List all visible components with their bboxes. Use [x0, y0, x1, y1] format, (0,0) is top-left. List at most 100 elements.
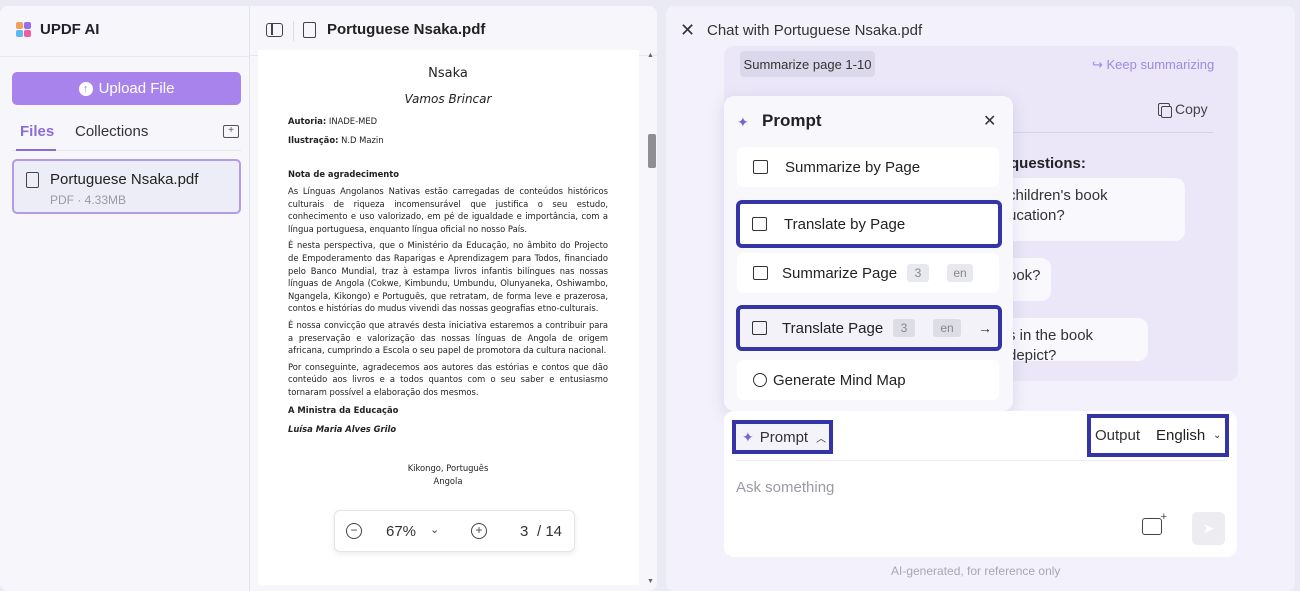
pdf-signature-title: A Ministra da Educação	[288, 405, 399, 416]
close-icon[interactable]: ✕	[983, 111, 996, 131]
tab-files[interactable]: Files	[20, 123, 54, 140]
pdf-illustration-line: Ilustração: N.D Mazin	[288, 134, 608, 147]
menu-item-label: Summarize Page	[782, 264, 898, 282]
zoom-out-icon[interactable]: −	[346, 523, 362, 539]
brand: UPDF AI	[16, 21, 99, 38]
file-name: Portuguese Nsaka.pdf	[50, 171, 199, 188]
send-button[interactable]: ➤	[1192, 512, 1225, 545]
scroll-up-arrow-icon[interactable]: ▲	[647, 52, 654, 59]
language-tag[interactable]: en	[933, 319, 961, 337]
chevron-up-icon: ︿	[816, 433, 827, 445]
pdf-paragraph: Por conseguinte, agradecemos aos autores…	[288, 361, 608, 397]
file-tabs: Files Collections +	[12, 123, 241, 151]
document-icon	[26, 172, 39, 188]
arrow-right-icon[interactable]: →	[978, 320, 992, 336]
summarize-chip: Summarize page 1-10	[740, 51, 875, 77]
page-number-tag[interactable]: 3	[893, 319, 915, 337]
send-icon: ➤	[1202, 520, 1215, 536]
summarize-page-item[interactable]: Summarize Page 3 en	[737, 253, 999, 293]
sidebar: UPDF AI ↑ Upload File Files Collections …	[0, 6, 250, 591]
collapse-sidebar-icon[interactable]	[266, 23, 283, 37]
pdf-place: Kikongo, Português Angola	[288, 462, 608, 488]
prompt-button[interactable]: ✦ Prompt ︿	[732, 420, 833, 454]
pdf-illustration: N.D Mazin	[341, 134, 384, 145]
keep-summarizing-link[interactable]: ↪ Keep summarizing	[1092, 57, 1214, 73]
chevron-down-icon[interactable]: ⌄	[430, 523, 439, 536]
menu-item-label: Generate Mind Map	[773, 371, 906, 389]
upload-file-label: Upload File	[98, 80, 175, 97]
zoom-in-icon[interactable]: +	[471, 523, 487, 539]
pdf-signature-name: Luísa Maria Alves Grilo	[288, 424, 397, 435]
pdf-author-line: Autoria: INADE-MED	[288, 115, 608, 128]
chat-input-card: ✦ Prompt ︿ Output English ⌄ ➤	[724, 411, 1237, 557]
output-language-selector[interactable]: Output English ⌄	[1087, 414, 1229, 457]
document-title: Portuguese Nsaka.pdf	[327, 21, 486, 38]
chevron-down-icon: ⌄	[1213, 430, 1222, 441]
chat-title: Chat with Portuguese Nsaka.pdf	[707, 22, 923, 39]
pdf-page: Nsaka Vamos Brincar Autoria: INADE-MED I…	[288, 60, 608, 488]
menu-item-label: Summarize by Page	[785, 158, 921, 176]
current-page-input[interactable]: 3	[520, 523, 528, 540]
pdf-place-line: Angola	[433, 475, 463, 486]
file-meta: PDF · 4.33MB	[50, 193, 127, 207]
prompt-menu: ✦ Prompt ✕ Summarize by Page Translate b…	[724, 96, 1013, 411]
language-select[interactable]: English	[1156, 427, 1205, 444]
menu-item-label: Translate by Page	[784, 215, 906, 233]
pdf-viewer[interactable]: Nsaka Vamos Brincar Autoria: INADE-MED I…	[258, 50, 639, 585]
zoom-toolbar: − 67% ⌄ + 3 / 14	[334, 510, 575, 552]
brand-name: UPDF AI	[40, 21, 100, 38]
pdf-author-label: Autoria:	[288, 116, 327, 127]
divider	[0, 56, 250, 57]
list-icon	[753, 266, 768, 280]
pdf-title: Nsaka	[428, 66, 468, 81]
pdf-subtitle: Vamos Brincar	[404, 91, 492, 106]
close-icon[interactable]: ✕	[680, 20, 695, 41]
total-pages: / 14	[537, 523, 563, 540]
language-tag[interactable]: en	[947, 264, 973, 282]
sparkle-icon: ✦	[737, 114, 749, 130]
prompt-menu-title: Prompt	[762, 111, 822, 130]
pdf-illustration-label: Ilustração:	[288, 134, 339, 145]
generate-mind-map-item[interactable]: Generate Mind Map	[737, 360, 999, 400]
document-icon	[303, 22, 316, 38]
divider	[736, 460, 1225, 461]
pdf-paragraph: É nossa convicção que através desta inic…	[288, 319, 608, 356]
tab-collections[interactable]: Collections	[75, 123, 148, 140]
upload-arrow-icon: ↑	[78, 81, 93, 96]
scroll-down-arrow-icon[interactable]: ▼	[647, 578, 654, 585]
menu-item-label: Translate Page	[782, 319, 884, 337]
copy-icon	[1158, 102, 1172, 118]
pdf-section-heading: Nota de agradecimento	[288, 169, 399, 180]
suggested-question[interactable]: s in the book depict?	[996, 318, 1148, 364]
zoom-level[interactable]: 67%	[386, 523, 416, 540]
mind-map-icon	[753, 373, 767, 387]
pdf-paragraph: As Línguas Angolanos Nativas estão carre…	[288, 185, 608, 234]
pdf-author: INADE-MED	[328, 116, 378, 127]
scroll-thumb[interactable]	[648, 134, 656, 168]
pdf-scrollbar[interactable]: ▲ ▼	[645, 50, 657, 585]
upload-file-button[interactable]: ↑ Upload File	[12, 72, 241, 105]
copy-label: Copy	[1175, 101, 1208, 117]
pdf-paragraph: É nesta perspectiva, que o Ministério da…	[288, 240, 608, 314]
divider	[293, 21, 294, 41]
chat-window: ✕ Chat with Portuguese Nsaka.pdf Summari…	[666, 6, 1295, 591]
translate-by-page-item[interactable]: Translate by Page	[736, 200, 1002, 248]
add-image-icon[interactable]	[1142, 511, 1167, 535]
page-number-tag[interactable]: 3	[907, 264, 929, 282]
keep-summarizing-label: Keep summarizing	[1106, 57, 1215, 72]
add-folder-icon[interactable]: +	[223, 125, 239, 138]
list-icon	[753, 160, 768, 174]
translate-icon	[752, 321, 767, 335]
ask-input[interactable]	[736, 476, 1136, 498]
output-label: Output	[1095, 427, 1141, 444]
translate-icon	[752, 217, 767, 231]
document-header: Portuguese Nsaka.pdf	[250, 6, 657, 56]
copy-button[interactable]: Copy	[1158, 101, 1208, 118]
suggested-question[interactable]: children's book ucation?	[996, 178, 1185, 241]
summarize-by-page-item[interactable]: Summarize by Page	[737, 147, 999, 187]
prompt-button-label: Prompt	[759, 428, 809, 446]
disclaimer: AI-generated, for reference only	[891, 564, 1061, 578]
file-list-item[interactable]: Portuguese Nsaka.pdf PDF · 4.33MB	[12, 159, 241, 214]
active-tab-indicator	[16, 149, 56, 151]
translate-page-item[interactable]: Translate Page 3 en →	[736, 305, 1002, 351]
